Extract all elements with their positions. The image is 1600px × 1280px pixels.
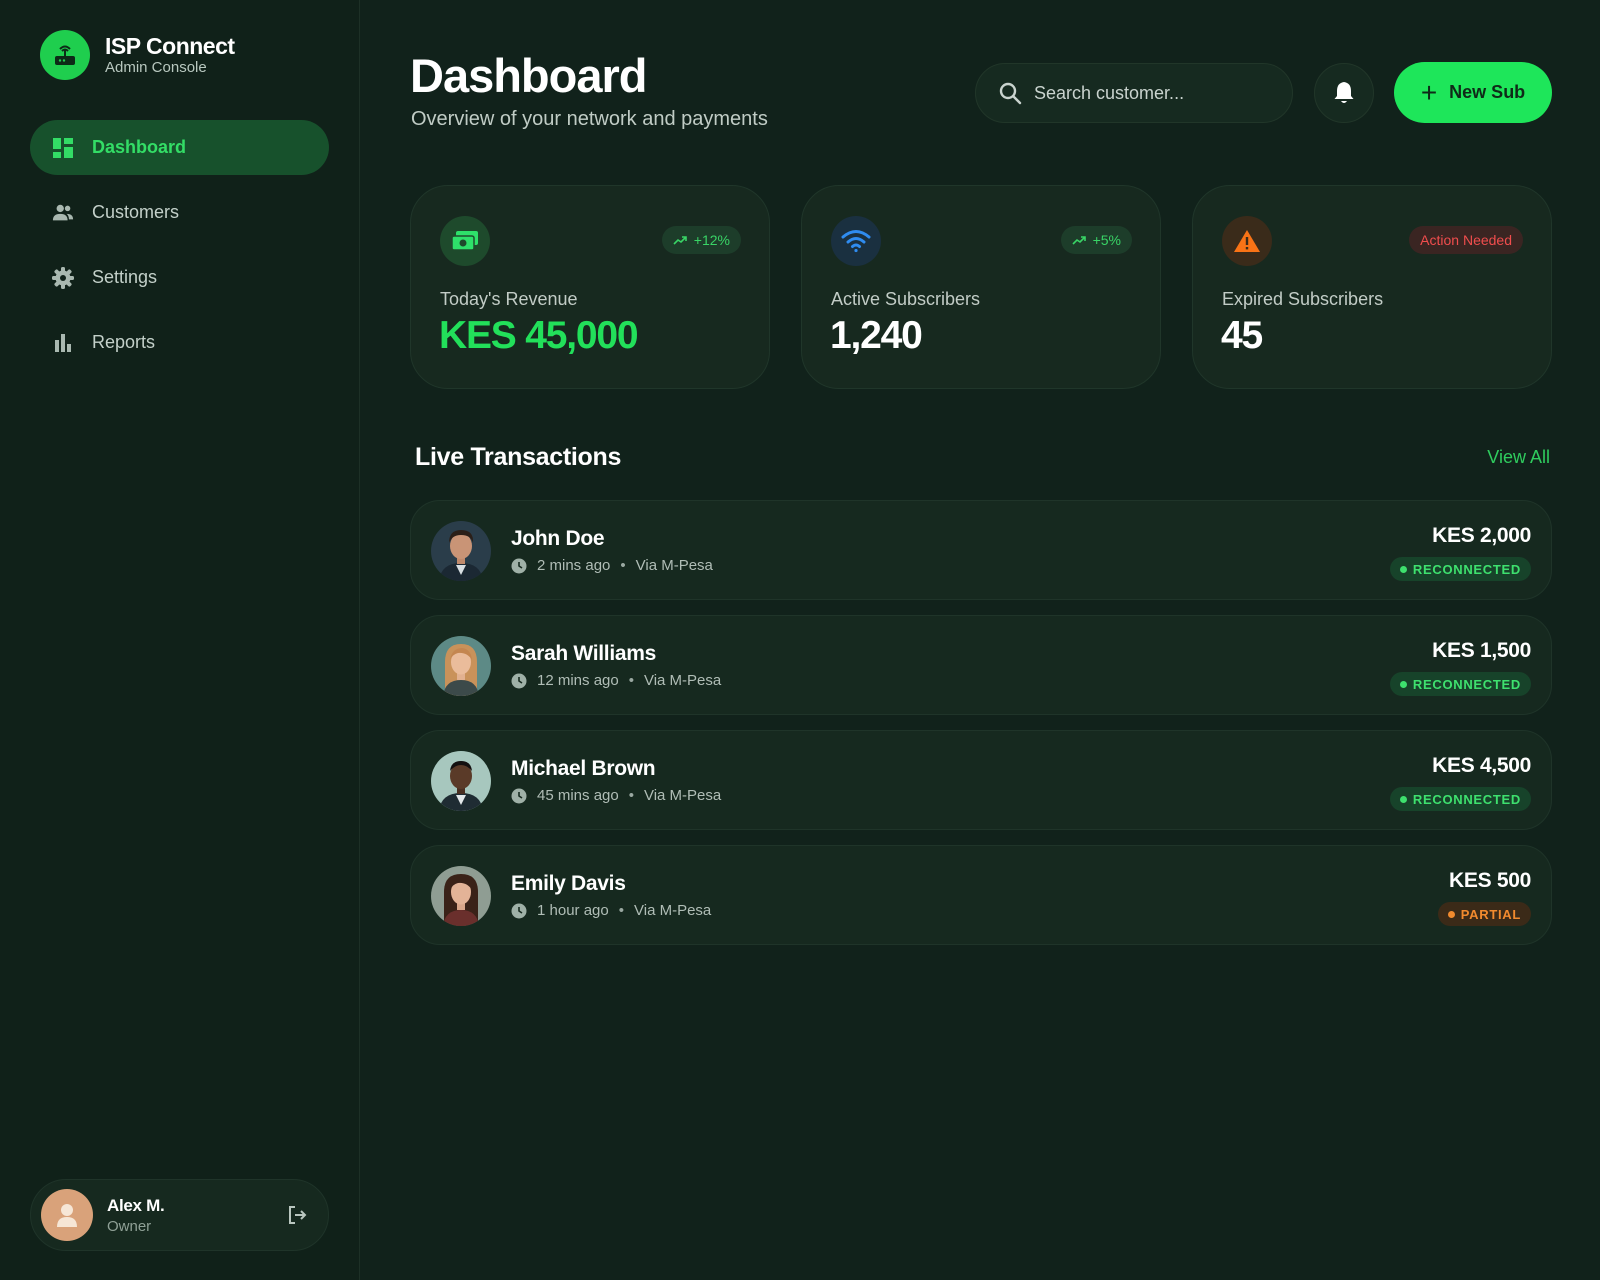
page-title: Dashboard [410,49,647,102]
warning-icon [1222,216,1272,266]
stat-value: 45 [1221,314,1263,357]
new-sub-button[interactable]: + New Sub [1394,62,1552,123]
customer-name: John Doe [511,527,605,550]
sidebar: ISP Connect Admin Console Dashboard Cust… [0,0,360,1280]
brand: ISP Connect Admin Console [40,30,235,80]
gear-icon [52,266,74,289]
sidebar-item-label: Customers [92,202,180,222]
status-label: RECONNECTED [1412,561,1521,577]
transaction-time: 12 mins ago [537,672,619,689]
stat-card-expired: Action Needed Expired Subscribers 45 [1192,185,1552,389]
action-needed-badge: Action Needed [1409,226,1523,254]
view-all-link[interactable]: View All [1487,447,1550,468]
transaction-meta: 12 mins ago • Via M-Pesa [511,672,721,689]
transaction-row[interactable]: Emily Davis 1 hour ago • Via M-Pesa KES … [410,845,1552,945]
plus-icon: + [1420,76,1438,108]
bar-chart-icon [52,332,74,354]
clock-icon [511,788,527,804]
avatar [431,521,491,581]
transaction-amount: KES 500 [1449,869,1531,892]
avatar [41,1189,93,1241]
trending-up-icon [1072,235,1086,245]
badge-label: Action Needed [1420,232,1512,248]
transaction-amount: KES 1,500 [1432,639,1531,662]
stat-label: Active Subscribers [831,289,981,309]
trend-badge: +5% [1060,226,1132,254]
stat-value: 1,240 [830,314,923,357]
new-sub-label: New Sub [1449,82,1526,102]
page-subtitle: Overview of your network and payments [411,108,768,130]
transaction-row[interactable]: Michael Brown 45 mins ago • Via M-Pesa K… [410,730,1552,830]
payment-method: Via M-Pesa [643,672,722,689]
user-card: Alex M. Owner [30,1179,329,1251]
avatar [431,751,491,811]
transaction-amount: KES 2,000 [1432,524,1531,547]
search-icon [998,81,1022,105]
avatar [431,866,491,926]
router-icon [40,30,90,80]
status-badge: PARTIAL [1437,902,1531,926]
status-label: PARTIAL [1460,906,1521,922]
payment-method: Via M-Pesa [643,787,722,804]
payment-method: Via M-Pesa [634,902,712,919]
status-label: RECONNECTED [1412,676,1521,692]
bell-icon [1333,81,1355,105]
sidebar-item-settings[interactable]: Settings [30,250,329,305]
sidebar-item-label: Reports [92,332,156,352]
stat-card-revenue: +12% Today's Revenue KES 45,000 [410,185,770,389]
users-icon [52,202,74,224]
transaction-time: 1 hour ago [537,902,609,919]
sidebar-item-label: Dashboard [92,137,187,157]
notifications-button[interactable] [1314,63,1374,123]
customer-name: Michael Brown [511,757,656,780]
brand-subtitle: Admin Console [105,59,207,76]
payment-method: Via M-Pesa [635,557,713,574]
stat-value: KES 45,000 [439,314,639,357]
stat-label: Today's Revenue [440,289,578,309]
section-title: Live Transactions [415,443,622,471]
status-badge: RECONNECTED [1389,787,1531,811]
status-badge: RECONNECTED [1389,557,1531,581]
trend-badge: +12% [661,226,741,254]
dashboard-icon [52,137,74,159]
wifi-icon [831,216,881,266]
stat-card-active: +5% Active Subscribers 1,240 [801,185,1161,389]
transaction-row[interactable]: John Doe 2 mins ago • Via M-Pesa KES 2,0… [410,500,1552,600]
sidebar-item-label: Settings [92,267,158,287]
customer-name: Emily Davis [511,872,626,895]
clock-icon [511,673,527,689]
logout-icon[interactable] [286,1204,310,1228]
avatar [431,636,491,696]
sidebar-item-dashboard[interactable]: Dashboard [30,120,329,175]
transaction-time: 2 mins ago [537,557,611,574]
transaction-row[interactable]: Sarah Williams 12 mins ago • Via M-Pesa … [410,615,1552,715]
trending-up-icon [673,235,687,245]
brand-title: ISP Connect [105,33,235,59]
search-box[interactable] [975,63,1293,123]
user-name: Alex M. [107,1195,165,1215]
clock-icon [511,558,527,574]
customer-name: Sarah Williams [511,642,657,665]
cash-icon [440,216,490,266]
transaction-meta: 45 mins ago • Via M-Pesa [511,787,721,804]
transaction-meta: 1 hour ago • Via M-Pesa [511,902,711,919]
sidebar-nav: Dashboard Customers Settings Reports [30,120,329,380]
clock-icon [511,903,527,919]
sidebar-item-customers[interactable]: Customers [30,185,329,240]
trend-value: +5% [1092,232,1121,248]
user-role: Owner [107,1217,152,1235]
trend-value: +12% [693,232,730,248]
transaction-amount: KES 4,500 [1432,754,1531,777]
transaction-time: 45 mins ago [537,787,619,804]
status-label: RECONNECTED [1412,791,1521,807]
transaction-meta: 2 mins ago • Via M-Pesa [511,557,713,574]
stat-label: Expired Subscribers [1222,289,1384,309]
sidebar-item-reports[interactable]: Reports [30,315,329,370]
search-input[interactable] [1034,82,1274,104]
status-badge: RECONNECTED [1389,672,1531,696]
